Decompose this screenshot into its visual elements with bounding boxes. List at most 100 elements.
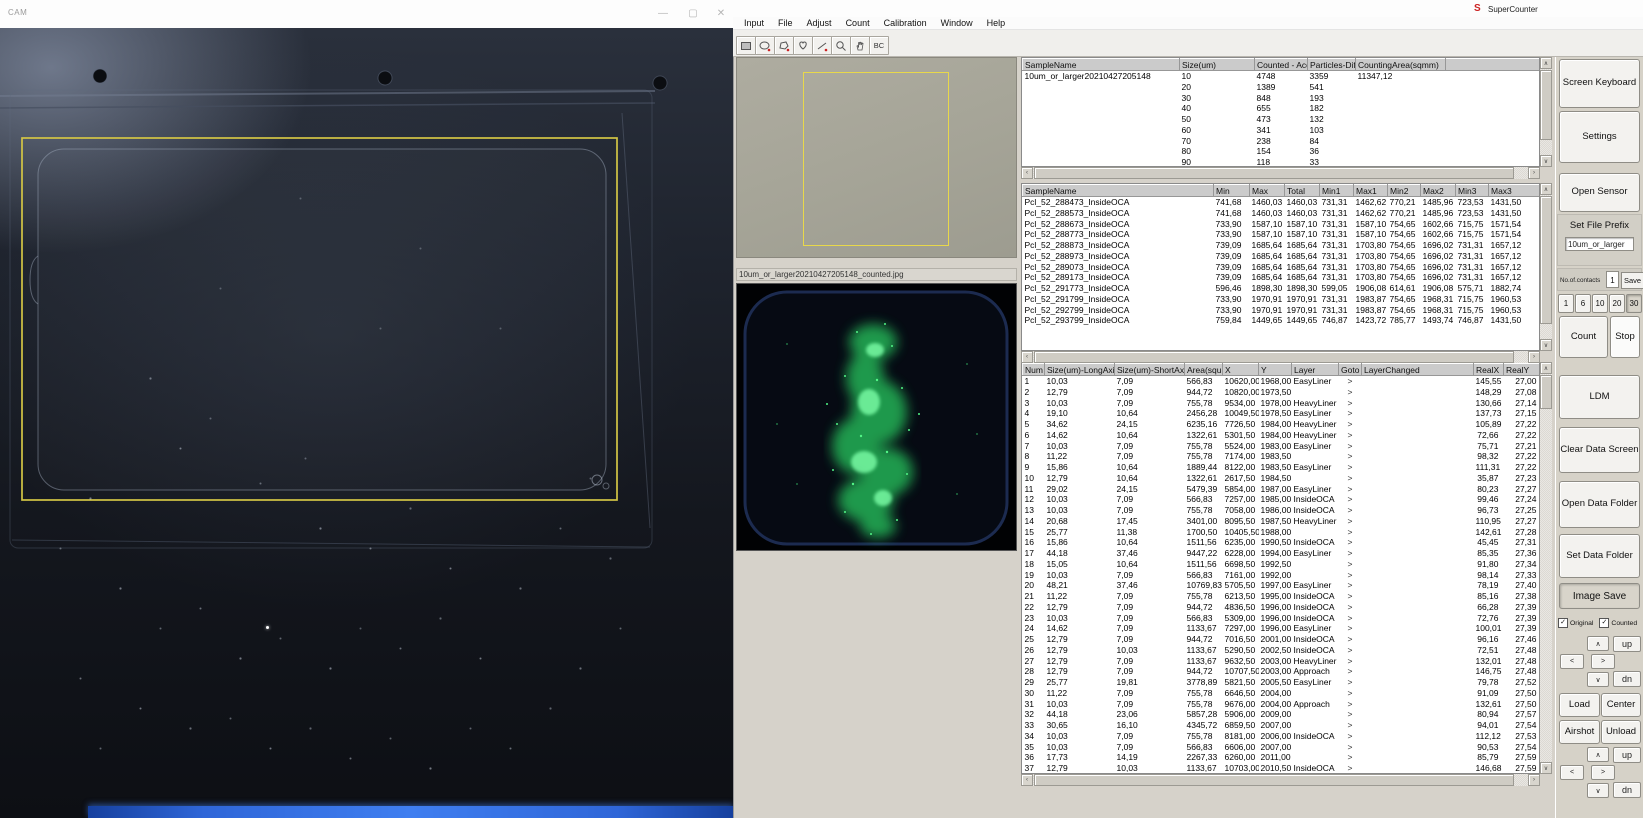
table-row[interactable]: 1910,037,09566,837161,001992,00>98,1427,… bbox=[1023, 570, 1541, 581]
nudge-up-button[interactable]: ∧ bbox=[1587, 747, 1609, 762]
table-row[interactable]: 2512,797,09944,727016,502001,00InsideOCA… bbox=[1023, 634, 1541, 645]
table-row[interactable]: 1420,6817,453401,008095,501987,50HeavyLi… bbox=[1023, 516, 1541, 527]
settings-button[interactable]: Settings bbox=[1559, 111, 1640, 163]
column-header[interactable]: RealX bbox=[1474, 364, 1504, 376]
move-up-button[interactable]: up bbox=[1613, 747, 1641, 763]
column-header[interactable]: Goto bbox=[1339, 364, 1362, 376]
bc-tool-button[interactable]: BC bbox=[869, 36, 889, 55]
check-icon[interactable]: ✓ bbox=[1558, 618, 1568, 628]
table-row[interactable]: 3410,037,09755,788181,002006,00InsideOCA… bbox=[1023, 731, 1541, 742]
table-row[interactable]: Pcl_52_291773_InsideOCA596,461898,301898… bbox=[1023, 283, 1541, 294]
save-button[interactable]: Save bbox=[1621, 272, 1643, 289]
table-row[interactable]: 1210,037,09566,837257,001985,00InsideOCA… bbox=[1023, 494, 1541, 505]
column-header[interactable]: Max bbox=[1250, 185, 1285, 197]
table-row[interactable]: 30848193 bbox=[1023, 93, 1541, 104]
move-right-button[interactable]: > bbox=[1591, 765, 1615, 780]
counting-area-roi[interactable] bbox=[803, 72, 949, 246]
table-row[interactable]: 2925,7719,813778,895821,502005,50EasyLin… bbox=[1023, 677, 1541, 688]
column-header[interactable]: Layer bbox=[1292, 364, 1339, 376]
column-header[interactable]: Size(um)-LongAxis bbox=[1045, 364, 1115, 376]
column-header[interactable]: Size(um) bbox=[1180, 59, 1255, 71]
table-row[interactable]: 2414,627,091133,677297,001996,00EasyLine… bbox=[1023, 623, 1541, 634]
scroll-down-icon[interactable]: ∨ bbox=[1540, 762, 1552, 774]
column-header[interactable]: Y bbox=[1259, 364, 1292, 376]
menu-count[interactable]: Count bbox=[839, 18, 877, 28]
table-row[interactable]: Pcl_52_293799_InsideOCA759,841449,651449… bbox=[1023, 315, 1541, 326]
table-row[interactable]: 2612,7910,031133,675290,502002,50InsideO… bbox=[1023, 645, 1541, 656]
move-down-button[interactable]: dn bbox=[1613, 782, 1641, 798]
count-table-vscrollbar[interactable]: ∧ ∨ bbox=[1540, 57, 1552, 167]
table-row[interactable]: 2111,227,09755,786213,501995,00InsideOCA… bbox=[1023, 591, 1541, 602]
table-row[interactable]: 3617,7314,192267,336260,002011,00>85,792… bbox=[1023, 752, 1541, 763]
menu-input[interactable]: Input bbox=[737, 18, 771, 28]
preset-30-button[interactable]: 30 bbox=[1626, 294, 1642, 313]
table-row[interactable]: 8015436 bbox=[1023, 146, 1541, 157]
table-row[interactable]: 3330,6516,104345,726859,502007,00>94,012… bbox=[1023, 720, 1541, 731]
column-header[interactable]: RealY bbox=[1504, 364, 1541, 376]
scroll-thumb[interactable] bbox=[1034, 167, 1514, 179]
table-row[interactable]: Pcl_52_288873_InsideOCA739,091685,641685… bbox=[1023, 240, 1541, 251]
table-row[interactable]: Pcl_52_291799_InsideOCA733,901970,911970… bbox=[1023, 294, 1541, 305]
stats-table-vscrollbar[interactable]: ∧ ∨ bbox=[1540, 183, 1552, 351]
column-header[interactable]: Particles-Diff bbox=[1308, 59, 1356, 71]
column-header[interactable]: Min3 bbox=[1456, 185, 1489, 197]
menu-help[interactable]: Help bbox=[980, 18, 1013, 28]
scroll-down-icon[interactable]: ∨ bbox=[1540, 339, 1552, 351]
preset-1-button[interactable]: 1 bbox=[1558, 294, 1574, 313]
count-table-hscrollbar[interactable]: ‹ › bbox=[1021, 167, 1540, 179]
move-left-button[interactable]: < bbox=[1560, 765, 1584, 780]
nudge-down-button[interactable]: ∨ bbox=[1587, 783, 1609, 798]
column-header[interactable]: X bbox=[1223, 364, 1259, 376]
table-row[interactable]: Pcl_52_289073_InsideOCA739,091685,641685… bbox=[1023, 262, 1541, 273]
table-row[interactable]: 2310,037,09566,835309,001996,00InsideOCA… bbox=[1023, 613, 1541, 624]
table-row[interactable]: 3712,7910,031133,6710703,002010,50Inside… bbox=[1023, 763, 1541, 774]
column-header[interactable]: Min2 bbox=[1388, 185, 1421, 197]
table-row[interactable]: 2212,797,09944,724836,501996,00InsideOCA… bbox=[1023, 602, 1541, 613]
particles-table-vscrollbar[interactable]: ∧ ∨ bbox=[1540, 362, 1552, 774]
column-header[interactable]: CountingArea(sqmm) bbox=[1356, 59, 1446, 71]
column-header[interactable]: Size(um)-ShortAxis bbox=[1115, 364, 1185, 376]
clear-data-screen-button[interactable]: Clear Data Screen bbox=[1559, 427, 1640, 473]
set-data-folder-button[interactable]: Set Data Folder bbox=[1559, 534, 1640, 578]
column-header[interactable]: Max2 bbox=[1421, 185, 1456, 197]
nudge-down-button[interactable]: ∨ bbox=[1587, 672, 1609, 687]
table-row[interactable]: 2048,2137,4610769,835705,501997,00EasyLi… bbox=[1023, 580, 1541, 591]
column-header[interactable]: Total bbox=[1285, 185, 1320, 197]
live-camera-panel[interactable] bbox=[736, 57, 1017, 258]
table-row[interactable]: 1815,0510,641511,566698,501992,50>91,802… bbox=[1023, 559, 1541, 570]
file-prefix-input[interactable]: 10um_or_larger bbox=[1565, 237, 1634, 251]
table-row[interactable]: Pcl_52_289173_InsideOCA739,091685,641685… bbox=[1023, 272, 1541, 283]
table-row[interactable]: 201389541 bbox=[1023, 82, 1541, 93]
unload-button[interactable]: Unload bbox=[1601, 720, 1641, 744]
column-header[interactable] bbox=[1446, 59, 1541, 71]
table-row[interactable]: 3011,227,09755,786646,502004,00>91,0927,… bbox=[1023, 688, 1541, 699]
table-row[interactable]: 10um_or_larger20210427205148104748335911… bbox=[1023, 71, 1541, 82]
rectangle-select-tool-button[interactable] bbox=[736, 36, 756, 55]
polygon-select-tool-button[interactable] bbox=[774, 36, 794, 55]
column-header[interactable]: LayerChanged bbox=[1362, 364, 1474, 376]
table-row[interactable]: Pcl_52_288473_InsideOCA741,681460,031460… bbox=[1023, 197, 1541, 208]
scroll-left-icon[interactable]: ‹ bbox=[1021, 167, 1033, 179]
contacts-count-input[interactable]: 1 bbox=[1606, 271, 1619, 288]
scroll-left-icon[interactable]: ‹ bbox=[1021, 774, 1033, 786]
nudge-up-button[interactable]: ∧ bbox=[1587, 636, 1609, 651]
column-header[interactable]: Num bbox=[1023, 364, 1045, 376]
table-row[interactable]: 2812,797,09944,7210707,502003,00Approach… bbox=[1023, 666, 1541, 677]
table-row[interactable]: 1744,1837,469447,226228,001994,00EasyLin… bbox=[1023, 548, 1541, 559]
table-row[interactable]: Pcl_52_288773_InsideOCA733,901587,101587… bbox=[1023, 229, 1541, 240]
table-row[interactable]: Pcl_52_288973_InsideOCA739,091685,641685… bbox=[1023, 251, 1541, 262]
table-row[interactable]: Pcl_52_288573_InsideOCA741,681460,031460… bbox=[1023, 208, 1541, 219]
scroll-thumb[interactable] bbox=[1034, 774, 1514, 786]
table-row[interactable]: 40655182 bbox=[1023, 103, 1541, 114]
table-row[interactable]: 3110,037,09755,789676,002004,00Approach>… bbox=[1023, 699, 1541, 710]
menu-file[interactable]: File bbox=[771, 18, 800, 28]
table-row[interactable]: 1310,037,09755,787058,001986,00InsideOCA… bbox=[1023, 505, 1541, 516]
stats-table-hscrollbar[interactable]: ‹ › bbox=[1021, 351, 1540, 363]
freehand-select-tool-button[interactable] bbox=[793, 36, 813, 55]
table-row[interactable]: 419,1010,642456,2810049,501978,50EasyLin… bbox=[1023, 408, 1541, 419]
table-row[interactable]: 110,037,09566,8310620,001968,00EasyLiner… bbox=[1023, 376, 1541, 387]
stop-button[interactable]: Stop bbox=[1610, 316, 1640, 358]
move-left-button[interactable]: < bbox=[1560, 654, 1584, 669]
open-sensor-button[interactable]: Open Sensor bbox=[1559, 173, 1640, 212]
menu-window[interactable]: Window bbox=[934, 18, 980, 28]
